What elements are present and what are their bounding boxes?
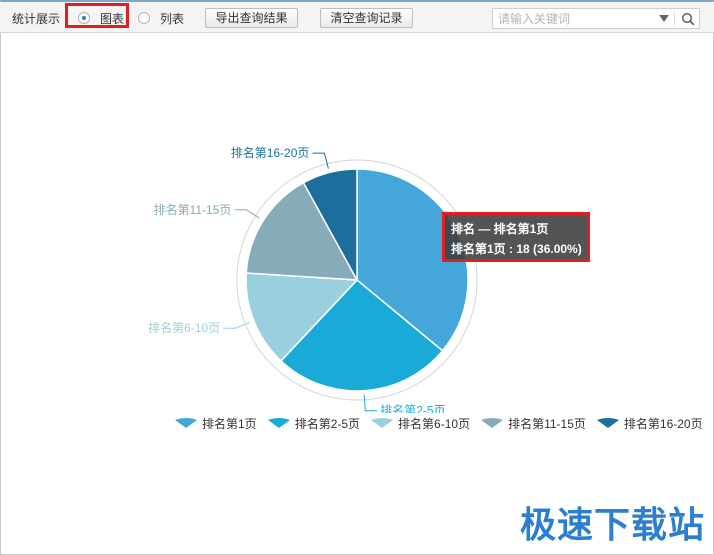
legend-item-3[interactable]: 排名第6-10页 [370, 415, 470, 432]
leader-line-2 [363, 394, 378, 412]
slice-label-4: 排名第11-15页 [154, 202, 232, 217]
legend-label: 排名第11-15页 [508, 416, 586, 431]
legend-label: 排名第1页 [202, 416, 257, 431]
search-icon[interactable] [681, 12, 695, 26]
search-input[interactable] [498, 11, 648, 26]
legend-fan-icon [481, 418, 504, 428]
leader-line-4 [234, 209, 261, 219]
dropdown-arrow-icon[interactable] [659, 15, 669, 22]
clear-records-button[interactable]: 清空查询记录 [320, 8, 413, 28]
slice-label-2: 排名第2-5页 [380, 403, 445, 413]
legend-label: 排名第6-10页 [398, 416, 471, 431]
pie-chart: 排名第2-5页 排名第6-10页 排名第11-15页 排名第16-20页 [148, 145, 478, 413]
tooltip-value: 排名第1页 : 18 (36.00%) [451, 242, 582, 256]
radio-list-view[interactable]: 列表 [138, 9, 184, 27]
radio-list-label[interactable]: 列表 [160, 10, 184, 27]
leader-line-5 [312, 152, 329, 169]
export-results-button[interactable]: 导出查询结果 [205, 8, 298, 28]
search-divider [674, 11, 675, 26]
chart-tooltip: 排名 — 排名第1页 排名第1页 : 18 (36.00%) [442, 212, 590, 262]
legend-fan-icon [371, 418, 394, 428]
legend-item-5[interactable]: 排名第16-20页 [596, 415, 703, 432]
legend-fan-icon [267, 418, 290, 428]
stats-display-label: 统计展示 [12, 12, 61, 26]
slice-label-5: 排名第16-20页 [231, 145, 310, 160]
legend-item-4[interactable]: 排名第11-15页 [480, 415, 586, 432]
watermark-logo: 极速下载站 [520, 505, 706, 546]
legend-fan-icon [596, 418, 619, 428]
legend-item-2[interactable]: 排名第2-5页 [267, 415, 360, 432]
search-box [492, 8, 700, 29]
legend-label: 排名第16-20页 [623, 416, 703, 431]
chart-option-highlight [65, 3, 129, 28]
chart-legend: 排名第1页 排名第2-5页 排名第6-10页 排名第11-15页 排名第16-2… [174, 414, 713, 432]
legend-fan-icon [175, 418, 197, 428]
legend-label: 排名第2-5页 [294, 416, 361, 431]
slice-label-3: 排名第6-10页 [148, 320, 220, 335]
radio-list-icon[interactable] [138, 12, 150, 24]
tooltip-title: 排名 — 排名第1页 [451, 222, 549, 236]
legend-item-1[interactable]: 排名第1页 [174, 415, 257, 432]
